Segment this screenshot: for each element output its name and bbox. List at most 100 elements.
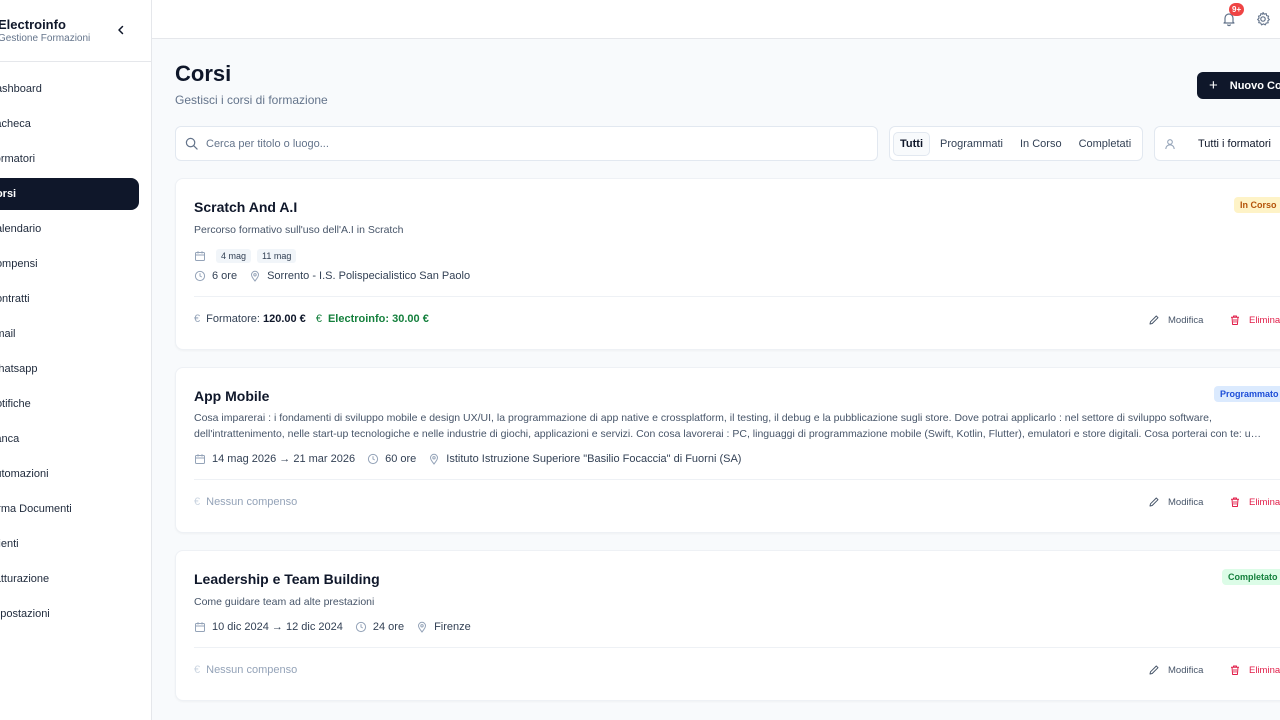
sidebar-item-clienti[interactable]: Clienti [0,528,151,560]
status-badge: Completato [1222,569,1280,585]
status-badge: In Corso [1234,197,1280,213]
sidebar-item-label: Clienti [0,538,19,550]
sidebar-item-label: Automazioni [0,468,49,480]
no-compensation: Nessun compenso [206,496,298,508]
map-pin-icon [418,621,427,633]
course-meta: 10 dic 2024 → 12 dic 2024 24 ore Firenze [194,621,471,633]
trainer-fee-label: Formatore: [206,313,260,325]
sidebar-item-label: Banca [0,433,20,445]
sidebar-item-fatturazione[interactable]: Fatturazione [0,563,151,595]
clock-icon [355,621,366,633]
sidebar-item-label: Dashboard [0,83,42,95]
edit-label: Modifica [1168,664,1204,676]
sidebar-item-label: Contratti [0,293,30,305]
course-title: Leadership e Team Building [194,571,380,587]
sidebar-item-dashboard[interactable]: Dashboard [0,73,151,105]
course-date-range: 10 dic 2024 → 12 dic 2024 [212,621,343,633]
sidebar-item-label: Notifiche [0,398,31,410]
delete-label: Elimina [1249,664,1280,676]
trash-icon [1231,497,1239,507]
sidebar-item-whatsapp[interactable]: Whatsapp [0,353,151,385]
edit-button[interactable]: Modifica [1148,496,1203,508]
sidebar-item-firma-documenti[interactable]: Firma Documenti [0,493,151,525]
delete-button[interactable]: Elimina [1229,664,1280,676]
edit-button[interactable]: Modifica [1148,664,1203,676]
new-course-button[interactable]: + Nuovo Corso [1197,72,1280,99]
clock-icon [194,270,206,282]
trainer-fee-value: 120.00 € [262,313,306,325]
trainer-select[interactable]: Tutti i formatori [1154,126,1280,161]
course-compensation: € Nessun compenso [194,496,297,508]
chevron-left-icon [118,25,124,35]
sidebar: Electroinfo Gestione Formazioni Dashboar… [0,0,152,720]
sidebar-item-label: Calendario [0,223,42,235]
card-divider [194,479,1280,480]
course-title: Scratch And A.I [194,199,298,215]
trash-icon [1231,665,1239,675]
sidebar-item-label: Corsi [0,188,17,200]
sidebar-item-formatori[interactable]: Formatori [0,143,151,175]
tab-programmati[interactable]: Programmati [934,133,1009,155]
search-bar [175,126,878,161]
sidebar-item-compensi[interactable]: Compensi [0,248,151,280]
sidebar-item-label: Impostazioni [0,608,50,620]
course-location: Sorrento - I.S. Polispecialistico San Pa… [267,270,471,282]
course-description: Percorso formativo sull'uso dell'A.I in … [194,224,404,236]
date-chip: 11 mag [257,249,297,263]
gear-icon[interactable] [1255,11,1271,27]
edit-button[interactable]: Modifica [1148,314,1203,326]
calendar-icon [195,251,205,261]
page-subtitle: Gestisci i corsi di formazione [175,93,328,107]
course-description: Cosa imparerai : i fondamenti di svilupp… [194,412,1257,440]
tab-tutti[interactable]: Tutti [894,132,930,155]
no-compensation: Nessun compenso [206,664,298,676]
sidebar-item-calendario[interactable]: Calendario [0,213,151,245]
sidebar-item-label: Bacheca [0,118,31,130]
sidebar-item-notifiche[interactable]: Notifiche [0,388,151,420]
collapse-sidebar-button[interactable] [113,22,129,38]
status-badge: Programmato [1214,386,1280,402]
user-icon [1165,138,1175,149]
plus-icon: + [1209,77,1218,94]
tab-completati[interactable]: Completati [1073,133,1138,155]
pencil-icon [1149,315,1159,325]
course-description: Come guidare team ad alte prestazioni [194,596,375,608]
date-chip: 4 mag [216,249,252,263]
trash-icon [1231,315,1239,325]
map-pin-icon [251,270,260,282]
course-location: Firenze [434,621,471,633]
sidebar-item-banca[interactable]: Banca [0,423,151,455]
sidebar-item-label: Compensi [0,258,38,270]
euro-icon: € [194,313,201,325]
course-card: Leadership e Team Building Completato Co… [175,550,1280,701]
course-meta: 14 mag 2026 → 21 mar 2026 60 ore Istitut… [194,453,741,465]
delete-label: Elimina [1249,496,1280,508]
euro-icon: € [194,664,201,676]
sidebar-item-bacheca[interactable]: Bacheca [0,108,151,140]
delete-button[interactable]: Elimina [1229,314,1280,326]
course-card: Scratch And A.I In Corso Percorso format… [175,178,1280,350]
trainer-fee: Formatore: 120.00 € [206,313,306,325]
topbar: 9+ [152,0,1280,39]
notification-badge: 9+ [1229,3,1245,16]
sidebar-item-impostazioni[interactable]: Impostazioni [0,598,151,630]
euro-icon: € [194,496,201,508]
sidebar-item-corsi[interactable]: Corsi [0,178,139,210]
delete-button[interactable]: Elimina [1229,496,1280,508]
course-title: App Mobile [194,388,270,404]
sidebar-item-contratti[interactable]: Contratti [0,283,151,315]
course-date-range: 14 mag 2026 → 21 mar 2026 [212,453,356,465]
tab-in-corso[interactable]: In Corso [1014,133,1068,155]
sidebar-item-label: Whatsapp [0,363,38,375]
course-compensation: € Nessun compenso [194,664,297,676]
brand: Electroinfo Gestione Formazioni [0,0,151,62]
sidebar-item-email[interactable]: Email [0,318,151,350]
course-dates: 4 mag 11 mag [194,249,302,263]
euro-icon: € [315,313,322,325]
sidebar-item-automazioni[interactable]: Automazioni [0,458,151,490]
calendar-icon [195,622,205,632]
clock-icon [367,453,379,465]
pencil-icon [1149,497,1159,507]
search-input[interactable] [206,137,846,150]
sidebar-nav: Dashboard Bacheca Formatori Corsi Calend… [0,73,151,633]
